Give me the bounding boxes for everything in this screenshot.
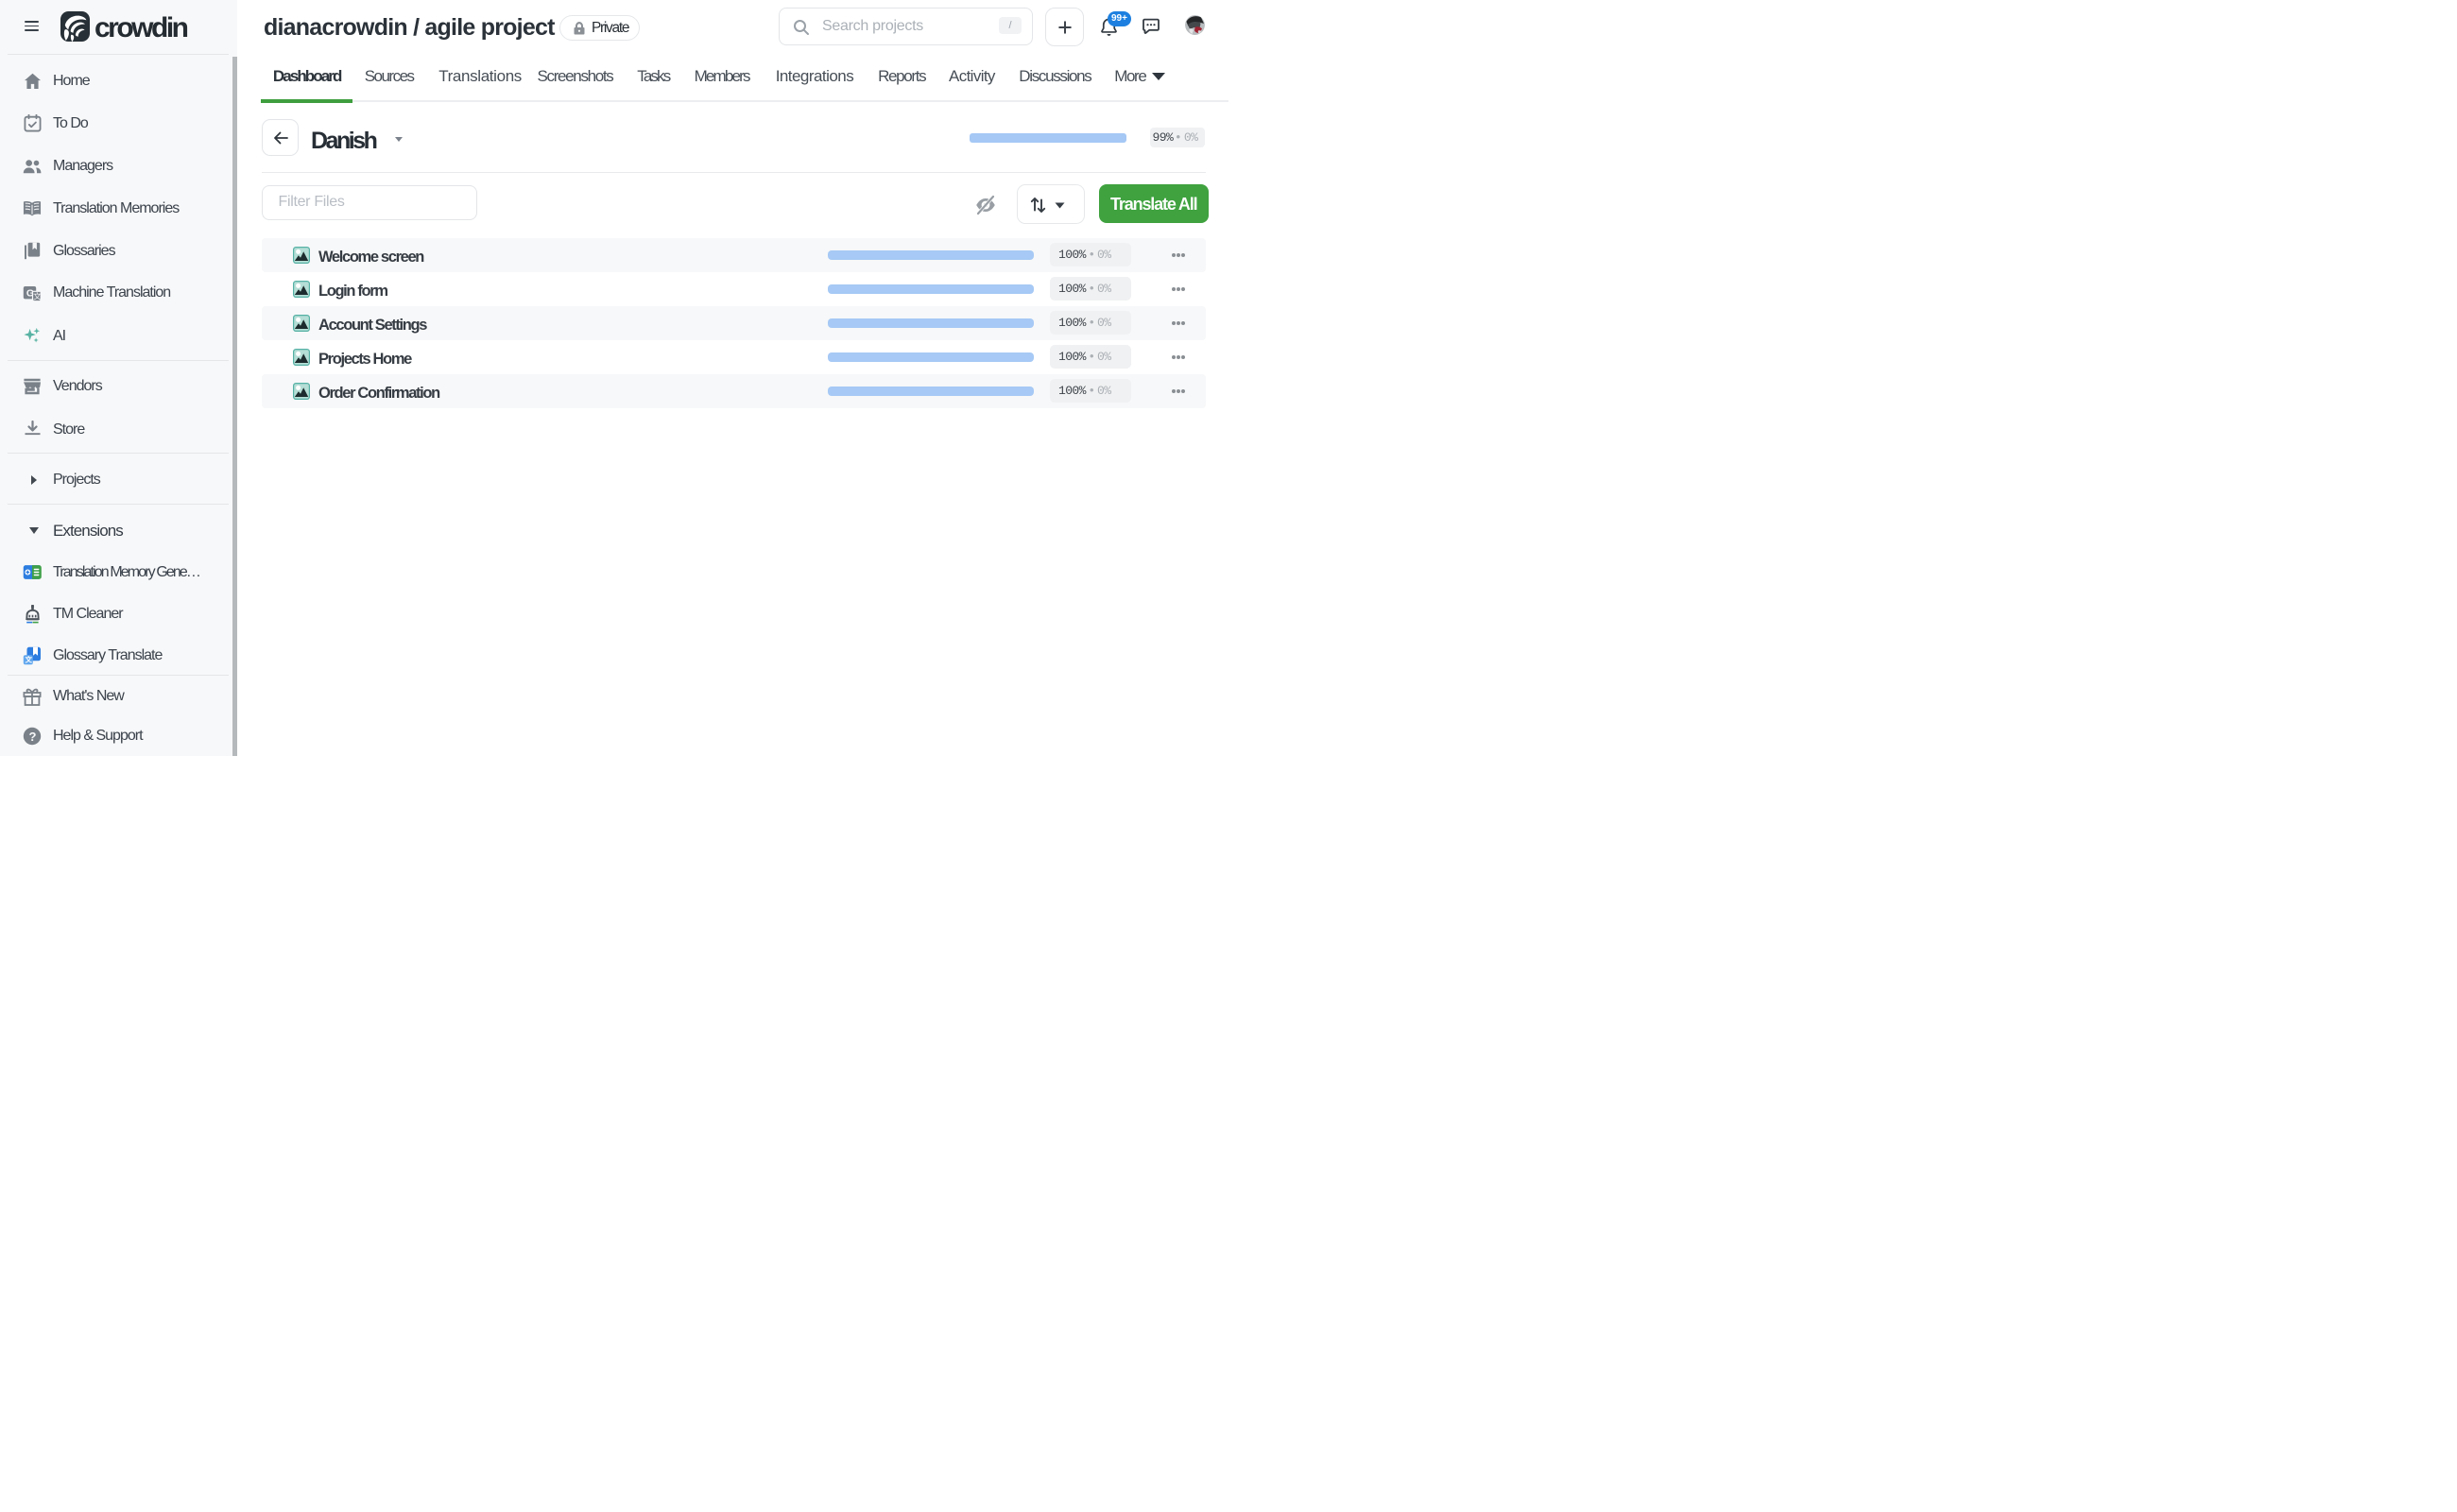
svg-text:文: 文 [33, 291, 42, 301]
svg-text:?: ? [29, 730, 37, 744]
